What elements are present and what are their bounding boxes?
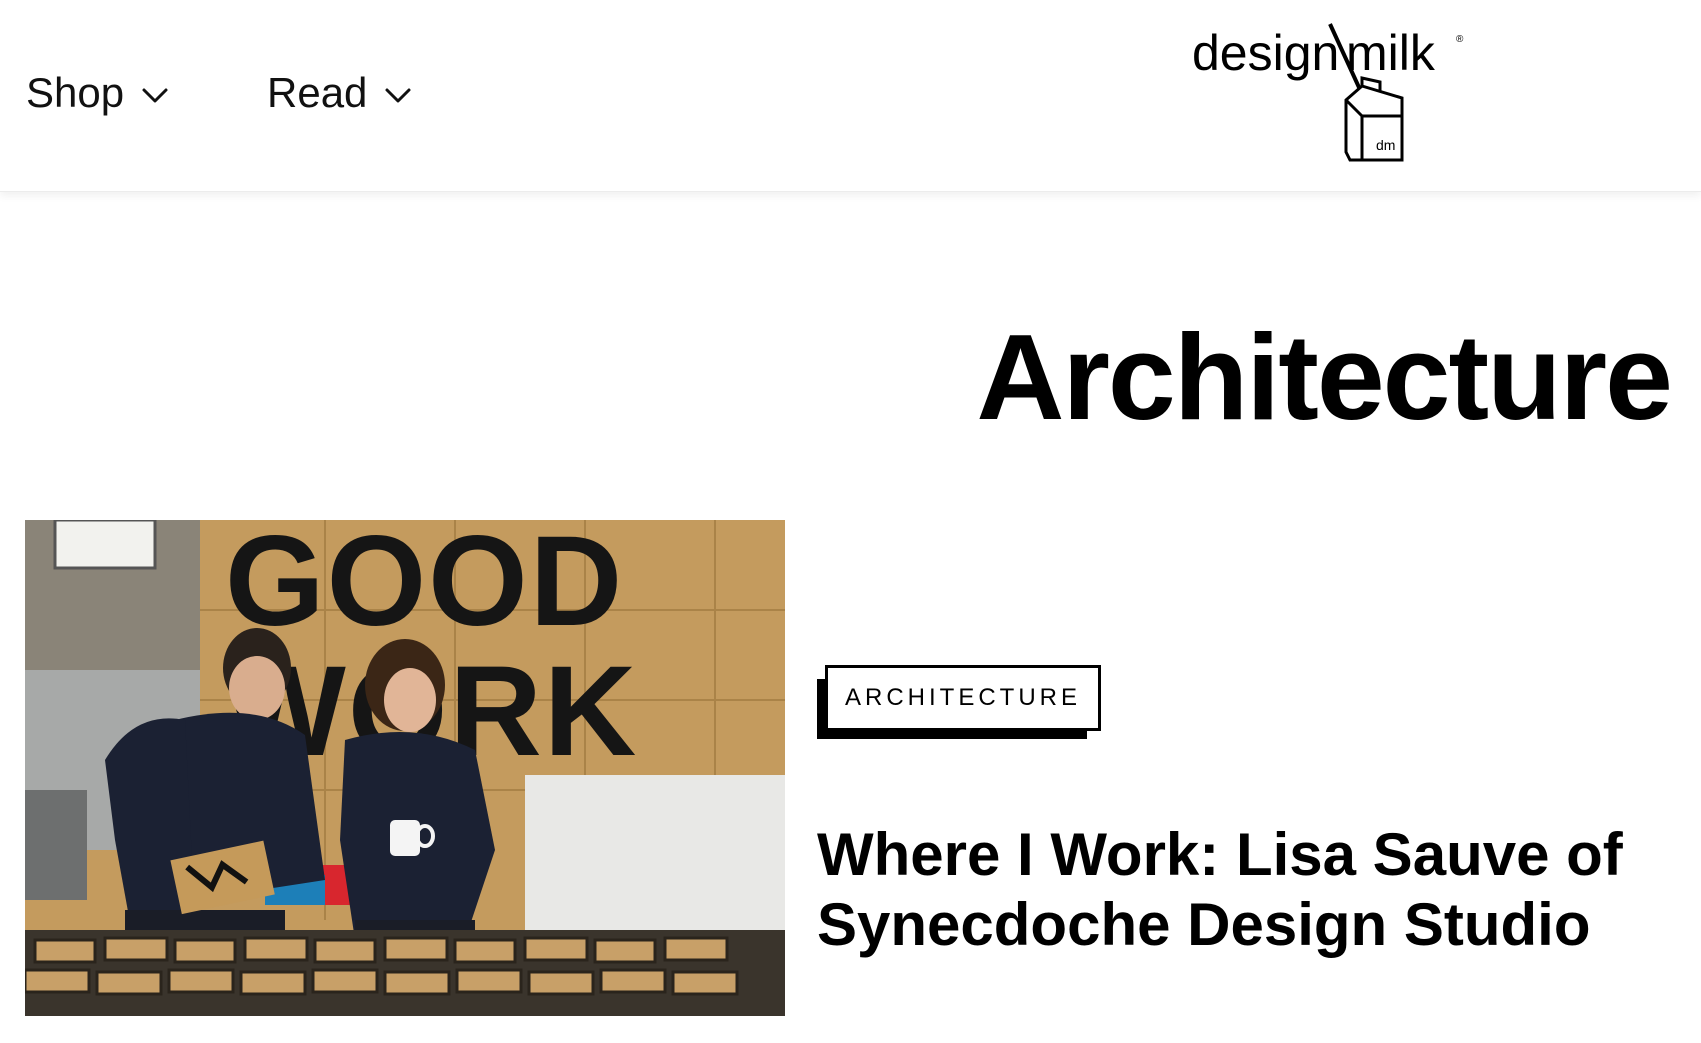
logo-text-milk: milk bbox=[1346, 25, 1436, 81]
category-tag[interactable]: ARCHITECTURE bbox=[825, 665, 1101, 731]
article-image[interactable]: GOOD WORK bbox=[25, 520, 785, 1016]
workshop-photo: GOOD WORK bbox=[25, 520, 785, 1016]
nav-read-label: Read bbox=[267, 69, 368, 116]
page-title: Architecture bbox=[976, 308, 1673, 445]
chevron-down-icon bbox=[142, 88, 168, 103]
milk-carton-logo-icon: design milk ® dm bbox=[1192, 23, 1464, 162]
logo-text-design: design bbox=[1192, 25, 1339, 81]
site-header: Shop Read design milk ® dm bbox=[0, 0, 1701, 192]
chevron-down-icon bbox=[385, 88, 411, 103]
nav-read-menu[interactable]: Read bbox=[267, 66, 413, 120]
article-title-link[interactable]: Where I Work: Lisa Sauve of Synecdoche D… bbox=[817, 820, 1637, 960]
design-milk-logo[interactable]: design milk ® dm bbox=[1190, 20, 1470, 170]
category-tag-wrapper: ARCHITECTURE bbox=[817, 665, 1101, 741]
wall-text-good: GOOD bbox=[225, 520, 624, 653]
nav-shop-label: Shop bbox=[26, 69, 125, 116]
nav-shop-menu[interactable]: Shop bbox=[26, 66, 170, 120]
logo-registered-mark: ® bbox=[1456, 34, 1464, 45]
article-card: GOOD WORK bbox=[25, 520, 1675, 1018]
logo-carton-label: dm bbox=[1376, 137, 1395, 153]
